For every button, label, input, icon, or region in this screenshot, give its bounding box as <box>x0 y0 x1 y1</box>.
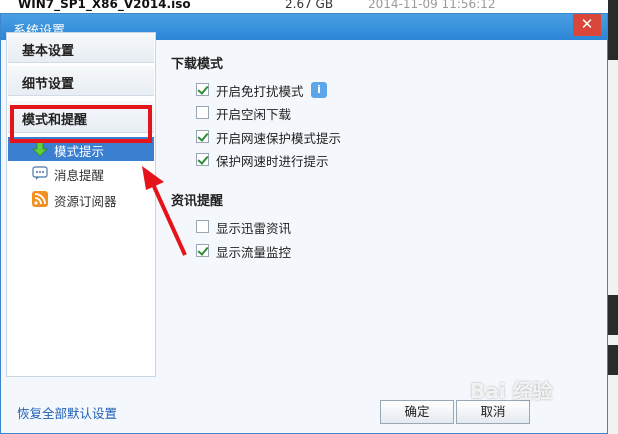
background-thumbnail <box>608 345 618 375</box>
background-side-column <box>608 0 618 434</box>
info-glyph: i <box>317 83 321 96</box>
close-icon: ✕ <box>580 15 594 33</box>
checkbox-checked[interactable] <box>196 244 209 257</box>
green-down-arrow-icon <box>32 141 48 157</box>
option-do-not-disturb[interactable]: 开启免打扰模式 <box>196 81 304 99</box>
option-show-thunder-news[interactable]: 显示迅雷资讯 <box>196 218 291 236</box>
option-label: 显示迅雷资讯 <box>216 221 292 236</box>
background-file-name: WIN7_SP1_X86_V2014.iso <box>18 0 191 11</box>
sidebar-category-basic[interactable]: 基本设置 <box>8 33 154 63</box>
background-thumbnail <box>608 0 618 60</box>
background-file-date: 2014-11-09 11:56:12 <box>368 0 496 11</box>
option-label: 开启网速保护模式提示 <box>216 131 342 146</box>
option-idle-download[interactable]: 开启空闲下载 <box>196 104 291 122</box>
option-protect-speed-notify[interactable]: 保护网速时进行提示 <box>196 151 329 169</box>
background-thumbnail <box>608 295 618 335</box>
news-reminder-title: 资讯提醒 <box>171 194 224 209</box>
sidebar-category-detail[interactable]: 细节设置 <box>8 66 154 96</box>
option-label: 保护网速时进行提示 <box>216 154 329 169</box>
rss-icon <box>32 191 48 207</box>
option-label: 开启空闲下载 <box>216 107 292 122</box>
checkbox-unchecked[interactable] <box>196 220 209 233</box>
option-show-traffic-monitor[interactable]: 显示流量监控 <box>196 242 291 260</box>
sidebar-item-label: 消息提醒 <box>54 168 105 183</box>
option-label: 显示流量监控 <box>216 245 292 260</box>
background-file-row: WIN7_SP1_X86_V2014.iso 2.67 GB 2014-11-0… <box>0 0 618 14</box>
red-annotation-arrow-icon <box>142 166 187 256</box>
chat-bubble-icon <box>32 166 48 180</box>
checkbox-checked[interactable] <box>196 83 209 96</box>
highlight-box <box>10 105 152 143</box>
sidebar-item-label: 模式提示 <box>54 144 105 159</box>
info-icon[interactable]: i <box>311 82 327 98</box>
option-label: 开启免打扰模式 <box>216 84 304 99</box>
checkbox-checked[interactable] <box>196 153 209 166</box>
watermark: Bai 经验 <box>470 379 553 403</box>
checkbox-checked[interactable] <box>196 130 209 143</box>
restore-defaults-link[interactable]: 恢复全部默认设置 <box>17 403 117 422</box>
ok-button[interactable]: 确定 <box>380 400 454 424</box>
download-mode-title: 下载模式 <box>171 57 224 72</box>
option-speed-protect-prompt[interactable]: 开启网速保护模式提示 <box>196 128 341 146</box>
sidebar-item-label: 资源订阅器 <box>54 194 117 209</box>
close-button[interactable]: ✕ <box>573 14 601 36</box>
background-file-size: 2.67 GB <box>285 0 334 11</box>
checkbox-unchecked[interactable] <box>196 106 209 119</box>
